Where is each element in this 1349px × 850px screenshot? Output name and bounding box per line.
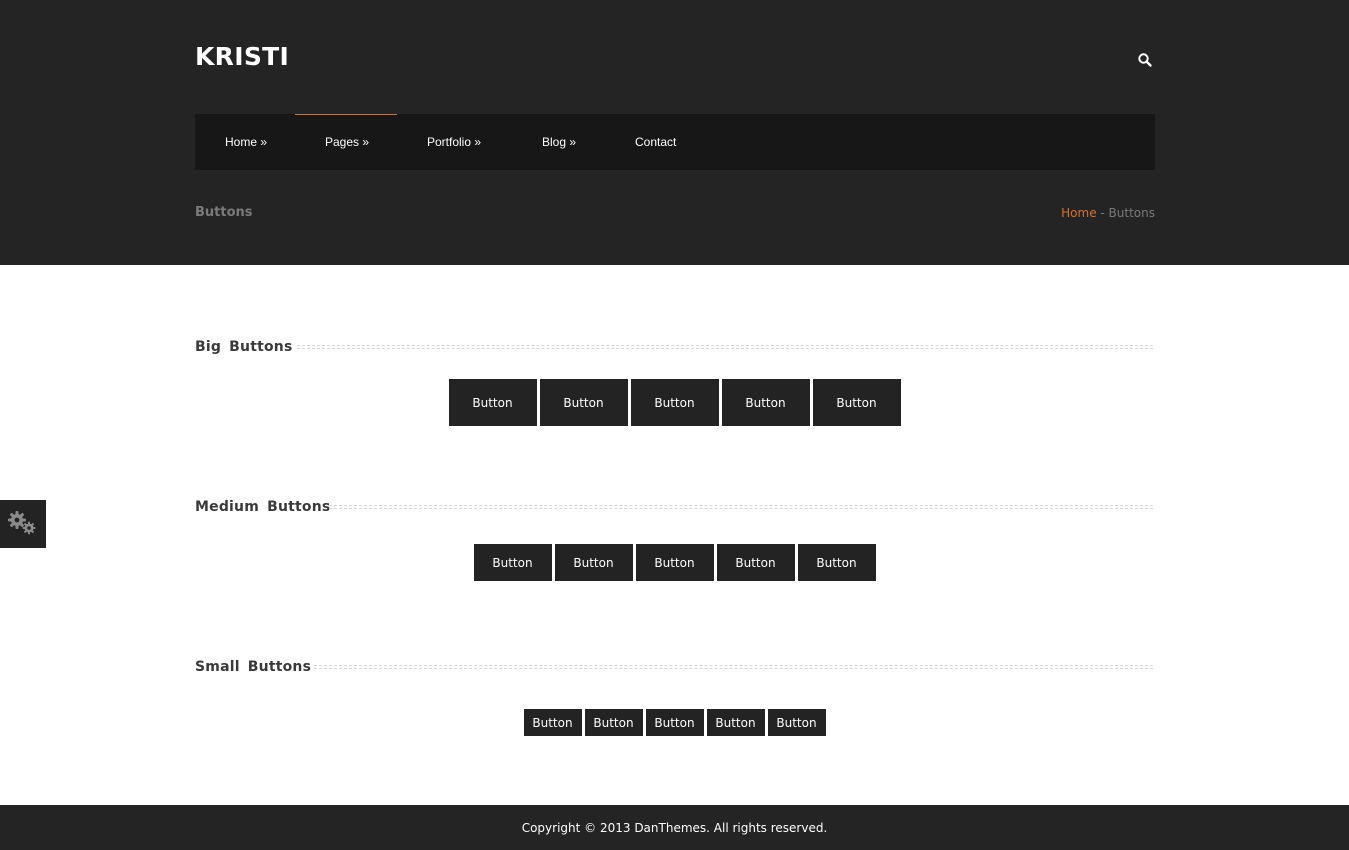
section-divider: [297, 345, 1153, 349]
logo[interactable]: KRISTI: [195, 42, 289, 71]
medium-button-row: Button Button Button Button Button: [0, 544, 1349, 581]
section-title-small: Small Buttons: [195, 659, 312, 675]
big-button[interactable]: Button: [721, 379, 810, 426]
big-button[interactable]: Button: [630, 379, 719, 426]
medium-button[interactable]: Button: [635, 544, 714, 581]
copyright-text: Copyright © 2013 DanThemes. All rights r…: [521, 820, 828, 835]
page-title: Buttons: [195, 205, 253, 220]
medium-button[interactable]: Button: [554, 544, 633, 581]
big-button[interactable]: Button: [539, 379, 628, 426]
breadcrumb-current: Buttons: [1108, 206, 1155, 220]
section-title-big: Big Buttons: [195, 339, 293, 355]
main-nav: Home » Pages » Portfolio » Blog » Contac…: [195, 114, 1155, 170]
gear-icon: [8, 511, 36, 535]
small-button[interactable]: Button: [523, 709, 582, 736]
medium-button[interactable]: Button: [473, 544, 552, 581]
breadcrumb-separator: -: [1096, 206, 1109, 220]
nav-item-home[interactable]: Home »: [195, 114, 295, 170]
section-title-medium: Medium Buttons: [195, 499, 331, 515]
big-button[interactable]: Button: [448, 379, 537, 426]
breadcrumb-home-link[interactable]: Home: [1061, 206, 1096, 220]
nav-item-contact[interactable]: Contact: [605, 114, 705, 170]
small-button[interactable]: Button: [767, 709, 826, 736]
small-button[interactable]: Button: [584, 709, 643, 736]
footer: Copyright © 2013 DanThemes. All rights r…: [0, 805, 1349, 850]
big-button[interactable]: Button: [812, 379, 901, 426]
header: KRISTI Home » Pages » Portfolio » Blog »…: [0, 0, 1349, 265]
section-divider: [329, 505, 1153, 509]
nav-item-blog[interactable]: Blog »: [512, 114, 605, 170]
section-divider: [314, 665, 1153, 669]
small-button-row: Button Button Button Button Button: [0, 709, 1349, 736]
nav-item-pages[interactable]: Pages »: [295, 114, 397, 170]
medium-button[interactable]: Button: [797, 544, 876, 581]
search-icon[interactable]: [1136, 51, 1154, 69]
medium-button[interactable]: Button: [716, 544, 795, 581]
style-switcher-toggle[interactable]: [0, 500, 46, 548]
nav-item-portfolio[interactable]: Portfolio »: [397, 114, 512, 170]
breadcrumb: Home - Buttons: [1061, 206, 1155, 220]
small-button[interactable]: Button: [645, 709, 704, 736]
small-button[interactable]: Button: [706, 709, 765, 736]
big-button-row: Button Button Button Button Button: [0, 379, 1349, 426]
